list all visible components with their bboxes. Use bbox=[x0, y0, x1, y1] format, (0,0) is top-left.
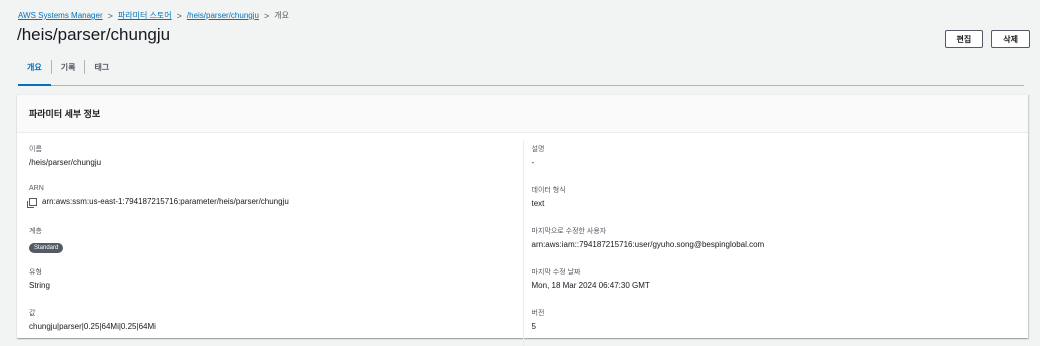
breadcrumb: AWS Systems Manager > 파라미터 스토어 > /heis/p… bbox=[18, 10, 289, 21]
panel-body: 이름 /heis/parser/chungju ARN arn:aws:ssm:… bbox=[17, 133, 1028, 346]
field-value: 값 chungju|parser|0.25|64Mi|0.25|64Mi bbox=[29, 308, 523, 346]
copy-icon[interactable] bbox=[27, 197, 37, 208]
tier-badge: Standard bbox=[29, 243, 64, 253]
panel-title: 파라미터 세부 정보 bbox=[17, 95, 1028, 133]
field-label: 이름 bbox=[29, 146, 42, 153]
field-value: chungju|parser|0.25|64Mi|0.25|64Mi bbox=[29, 322, 156, 331]
field-label: 설명 bbox=[531, 146, 545, 153]
details-right-column: 설명 - 데이터 형식 text 마지막으로 수정한 사용자 arn:aws:i… bbox=[522, 141, 1017, 346]
field-description: 설명 - bbox=[532, 144, 1017, 182]
field-label: 버전 bbox=[531, 310, 545, 317]
breadcrumb-separator: > bbox=[176, 10, 182, 21]
tab-history[interactable]: 기록 bbox=[52, 56, 85, 85]
tab-bar: 개요 기록 태그 bbox=[18, 56, 1024, 86]
breadcrumb-parameter-store[interactable]: 파라미터 스토어 bbox=[118, 10, 172, 21]
delete-button[interactable]: 삭제 bbox=[991, 30, 1030, 48]
field-value: Mon, 18 Mar 2024 06:47:30 GMT bbox=[531, 281, 650, 290]
field-version: 버전 5 bbox=[532, 308, 1017, 346]
field-name: 이름 /heis/parser/chungju bbox=[29, 144, 523, 182]
field-value: arn:aws:iam::794187215716:user/gyuho.son… bbox=[531, 240, 765, 249]
page-title: /heis/parser/chungju bbox=[17, 25, 171, 44]
field-value: String bbox=[29, 281, 50, 290]
field-value: 5 bbox=[531, 322, 536, 331]
field-label: 데이터 형식 bbox=[531, 187, 566, 194]
field-label: 계층 bbox=[29, 228, 42, 235]
breadcrumb-parameter[interactable]: /heis/parser/chungju bbox=[187, 11, 259, 20]
field-value: /heis/parser/chungju bbox=[29, 158, 102, 167]
field-last-modified-user: 마지막으로 수정한 사용자 arn:aws:iam::794187215716:… bbox=[532, 226, 1017, 264]
field-label: 유형 bbox=[29, 269, 42, 276]
field-value: - bbox=[531, 158, 535, 167]
tab-tags[interactable]: 태그 bbox=[85, 56, 118, 85]
field-value: arn:aws:ssm:us-east-1:794187215716:param… bbox=[42, 197, 289, 206]
field-arn: ARN arn:aws:ssm:us-east-1:794187215716:p… bbox=[27, 185, 523, 223]
field-type: 유형 String bbox=[29, 267, 523, 305]
field-label: 마지막으로 수정한 사용자 bbox=[531, 228, 607, 235]
field-value: text bbox=[531, 199, 545, 208]
field-label: 마지막 수정 날짜 bbox=[531, 269, 581, 276]
field-label: 값 bbox=[29, 310, 36, 317]
arn-row: arn:aws:ssm:us-east-1:794187215716:param… bbox=[27, 197, 523, 208]
tab-overview[interactable]: 개요 bbox=[18, 56, 51, 86]
field-last-modified-date: 마지막 수정 날짜 Mon, 18 Mar 2024 06:47:30 GMT bbox=[532, 267, 1017, 305]
edit-button[interactable]: 편집 bbox=[944, 30, 984, 48]
breadcrumb-separator: > bbox=[263, 10, 270, 21]
field-tier: 계층 Standard bbox=[29, 226, 523, 264]
parameter-details-panel: 파라미터 세부 정보 이름 /heis/parser/chungju ARN a… bbox=[17, 94, 1028, 346]
breadcrumb-current: 개요 bbox=[274, 11, 289, 20]
field-data-type: 데이터 형식 text bbox=[532, 185, 1017, 223]
field-label: ARN bbox=[29, 185, 44, 192]
breadcrumb-separator: > bbox=[107, 10, 113, 21]
details-left-column: 이름 /heis/parser/chungju ARN arn:aws:ssm:… bbox=[27, 141, 523, 346]
header-actions: 편집 삭제 bbox=[944, 30, 1030, 48]
breadcrumb-systems-manager[interactable]: AWS Systems Manager bbox=[18, 11, 103, 20]
